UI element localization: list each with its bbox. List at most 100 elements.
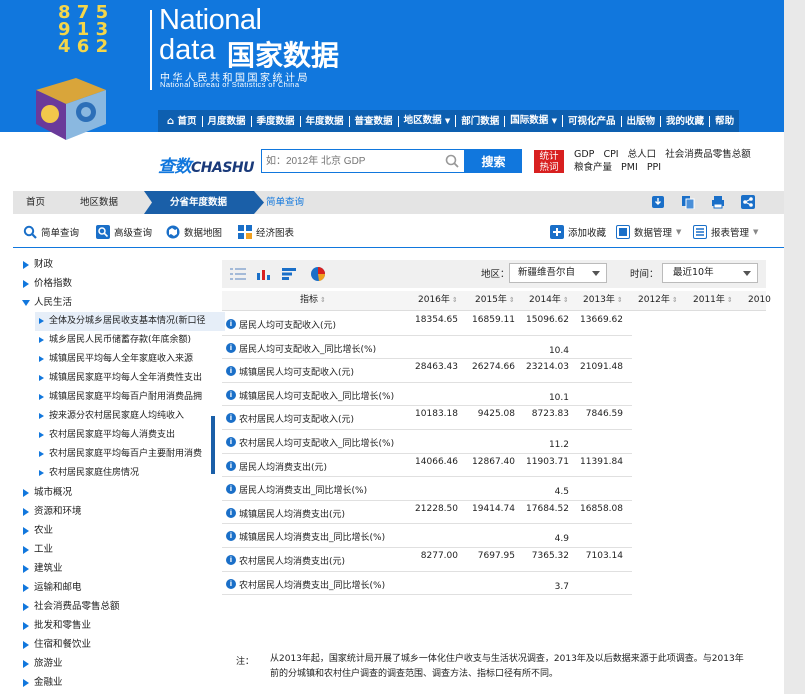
- sidebar-item-city[interactable]: 城市概况: [13, 483, 72, 502]
- column-header-indicator[interactable]: 指标 ⇕: [300, 291, 326, 310]
- column-header-year[interactable]: 2010: [748, 291, 771, 310]
- share-icon[interactable]: [741, 195, 755, 209]
- caret-right-icon: [23, 279, 29, 288]
- sidebar-item-wholesale[interactable]: 批发和零售业: [13, 616, 91, 635]
- sidebar-item-tourism[interactable]: 旅游业: [13, 654, 63, 673]
- table-cell: 21091.48: [580, 362, 623, 373]
- data-map-button[interactable]: 数据地图: [166, 220, 222, 244]
- time-select[interactable]: 最近10年: [662, 263, 758, 283]
- info-icon[interactable]: i: [226, 319, 236, 329]
- sidebar-item-living[interactable]: 人民生活: [13, 293, 72, 312]
- crumb-region[interactable]: 地区数据: [80, 191, 118, 214]
- info-icon[interactable]: i: [226, 437, 236, 447]
- info-icon[interactable]: i: [226, 531, 236, 542]
- info-icon[interactable]: i: [226, 578, 236, 589]
- info-icon[interactable]: i: [226, 555, 236, 565]
- copy-icon[interactable]: [681, 195, 695, 209]
- add-favorite-button[interactable]: 添加收藏: [550, 220, 606, 244]
- nav-publications[interactable]: 出版物: [622, 115, 662, 127]
- nav-regional[interactable]: 地区数据 ▼: [399, 115, 457, 127]
- chevron-down-icon: ▼: [551, 117, 558, 125]
- hot-word-pmi[interactable]: PMI: [621, 162, 638, 173]
- table-row: i 城镇居民人均可支配收入_同比增长(%) 10.1: [222, 383, 766, 406]
- print-icon[interactable]: [711, 195, 725, 209]
- caret-right-icon: [23, 507, 29, 516]
- hot-word-grain[interactable]: 粮食产量: [574, 162, 612, 173]
- sidebar-item-price-index[interactable]: 价格指数: [13, 274, 72, 293]
- search-icon[interactable]: [445, 154, 459, 168]
- info-icon[interactable]: i: [226, 342, 236, 353]
- column-header-year[interactable]: 2015年 ⇕: [475, 291, 515, 310]
- sidebar-item-finance[interactable]: 财政: [13, 255, 53, 274]
- table-cell: 21228.50: [415, 503, 458, 514]
- nav-help[interactable]: 帮助: [710, 116, 739, 127]
- sidebar-subitem-income-expense[interactable]: 全体及分城乡居民收支基本情况(新口径: [35, 312, 225, 331]
- table-cell: 28463.43: [415, 362, 458, 373]
- hot-word-ppi[interactable]: PPI: [647, 162, 661, 173]
- export-icon[interactable]: [651, 195, 665, 209]
- sidebar-subitem-rural-housing[interactable]: 农村居民家庭住房情况: [35, 464, 225, 483]
- sidebar-subitem-urban-durables[interactable]: 城镇居民家庭平均每百户耐用消费品拥: [35, 388, 225, 407]
- table-cell: 17684.52: [526, 503, 569, 514]
- hot-word-retail[interactable]: 社会消费品零售总额: [665, 149, 751, 160]
- sidebar-subitem-urban-income-source[interactable]: 城镇居民平均每人全年家庭收入来源: [35, 350, 225, 369]
- sidebar-subitem-urban-consumption[interactable]: 城镇居民家庭平均每人全年消费性支出: [35, 369, 225, 388]
- simple-query-button[interactable]: 简单查询: [23, 220, 79, 244]
- search-button[interactable]: 搜索: [465, 149, 522, 173]
- sort-icon: ⇕: [726, 296, 733, 304]
- hot-word-population[interactable]: 总人口: [628, 149, 657, 160]
- info-icon[interactable]: i: [226, 460, 236, 471]
- column-header-year[interactable]: 2012年 ⇕: [638, 291, 678, 310]
- sidebar-item-finance-industry[interactable]: 金融业: [13, 673, 63, 692]
- nav-international[interactable]: 国际数据 ▼: [505, 115, 564, 127]
- table-cell: 10183.18: [415, 409, 458, 420]
- report-manage-button[interactable]: 报表管理 ▼: [693, 220, 758, 244]
- column-header-year[interactable]: 2013年 ⇕: [583, 291, 623, 310]
- report-icon: [693, 225, 707, 239]
- pie-chart-icon[interactable]: [310, 266, 326, 282]
- sidebar-item-transport[interactable]: 运输和邮电: [13, 578, 82, 597]
- nav-quarterly[interactable]: 季度数据: [252, 115, 301, 127]
- info-icon[interactable]: i: [226, 366, 236, 377]
- nav-monthly[interactable]: 月度数据: [203, 115, 252, 127]
- crumb-home[interactable]: 首页: [26, 191, 45, 214]
- hot-word-gdp[interactable]: GDP: [574, 149, 594, 160]
- advanced-query-button[interactable]: 高级查询: [96, 220, 152, 244]
- info-icon[interactable]: i: [226, 507, 236, 518]
- hot-words-badge: 统计 热词: [534, 150, 564, 173]
- sidebar-item-construction[interactable]: 建筑业: [13, 559, 63, 578]
- sidebar-item-retail[interactable]: 社会消费品零售总额: [13, 597, 120, 616]
- sidebar-item-industry[interactable]: 工业: [13, 540, 53, 559]
- bar-chart-icon[interactable]: [256, 268, 272, 280]
- table-cell: 15096.62: [526, 315, 569, 325]
- sidebar-subitem-rural-consumption[interactable]: 农村居民家庭平均每人消费支出: [35, 426, 225, 445]
- nav-visual[interactable]: 可视化产品: [563, 115, 622, 127]
- sidebar-scrollbar[interactable]: [211, 416, 215, 474]
- table-cell: 7103.14: [585, 551, 623, 561]
- sidebar-subitem-savings[interactable]: 城乡居民人民币储蓄存款(年底余额): [35, 331, 225, 350]
- economic-chart-button[interactable]: 经济图表: [238, 220, 294, 244]
- sidebar-subitem-rural-income-source[interactable]: 按来源分农村居民家庭人均纯收入: [35, 407, 225, 426]
- sidebar-item-agriculture[interactable]: 农业: [13, 521, 53, 540]
- nav-favorites[interactable]: 我的收藏: [661, 115, 711, 127]
- nav-home[interactable]: ⌂ 首页: [162, 115, 203, 127]
- search-input[interactable]: [266, 150, 436, 172]
- data-manage-button[interactable]: 数据管理 ▼: [616, 220, 681, 244]
- sidebar-subitem-rural-durables[interactable]: 农村居民家庭平均每百户主要耐用消费: [35, 445, 225, 464]
- hot-word-cpi[interactable]: CPI: [603, 149, 618, 160]
- nav-annual[interactable]: 年度数据: [301, 115, 350, 127]
- nav-census[interactable]: 普查数据: [350, 115, 399, 127]
- column-header-year[interactable]: 2016年 ⇕: [418, 291, 458, 310]
- info-icon[interactable]: i: [226, 484, 236, 495]
- column-header-year[interactable]: 2014年 ⇕: [529, 291, 569, 310]
- horizontal-bar-icon[interactable]: [282, 268, 298, 280]
- nav-department[interactable]: 部门数据: [456, 115, 506, 127]
- crumb-simple-query[interactable]: 简单查询: [266, 191, 304, 214]
- column-header-year[interactable]: 2011年 ⇕: [693, 291, 733, 310]
- region-select[interactable]: 新疆维吾尔自: [509, 263, 607, 283]
- sidebar-item-hospitality[interactable]: 住宿和餐饮业: [13, 635, 91, 654]
- info-icon[interactable]: i: [226, 413, 236, 424]
- table-view-icon[interactable]: [230, 268, 246, 280]
- sidebar-item-environment[interactable]: 资源和环境: [13, 502, 82, 521]
- info-icon[interactable]: i: [226, 389, 236, 400]
